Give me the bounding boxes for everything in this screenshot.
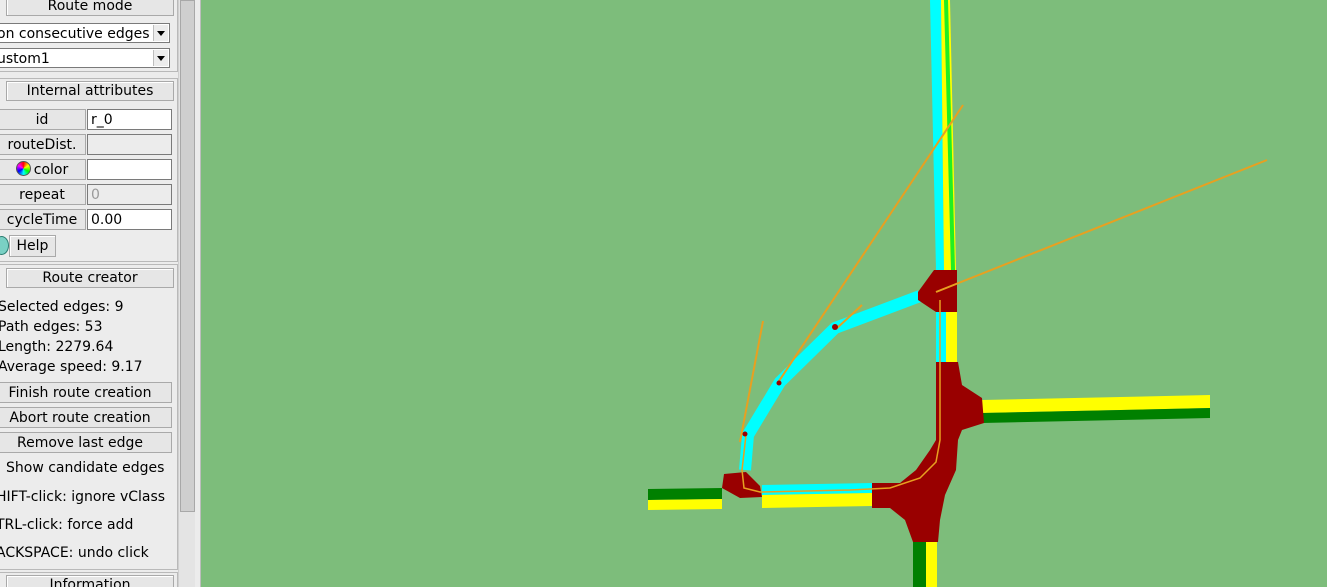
attr-label-repeat: repeat: [0, 184, 86, 205]
hint-backspace: ACKSPACE: undo click: [0, 545, 149, 561]
show-candidates-label: Show candidate edges: [6, 460, 165, 476]
chevron-down-icon[interactable]: [153, 25, 168, 41]
hint-shift: HIFT-click: ignore vClass: [0, 489, 166, 505]
internal-attributes-header[interactable]: Internal attributes: [6, 81, 174, 101]
chevron-down-icon[interactable]: [153, 50, 168, 66]
color-button[interactable]: color: [0, 159, 86, 180]
attr-label-routedist: routeDist.: [0, 134, 86, 155]
edge-west-yellow[interactable]: [648, 499, 722, 510]
help-button[interactable]: Help: [9, 235, 56, 257]
edge-vertical-selected[interactable]: [936, 312, 946, 362]
route-mode-select[interactable]: on consecutive edges: [0, 23, 170, 43]
scrollbar-thumb[interactable]: [180, 0, 195, 512]
selected-edges-text: Selected edges: 9: [0, 299, 124, 315]
color-wheel-icon: [15, 161, 31, 176]
color-field[interactable]: [87, 159, 172, 180]
color-button-label: color: [33, 162, 69, 178]
id-field[interactable]: r_0: [87, 109, 172, 130]
information-header[interactable]: Information: [6, 575, 174, 587]
route-mode-select-value: on consecutive edges: [0, 26, 150, 42]
finish-route-button[interactable]: Finish route creation: [0, 382, 172, 403]
abort-route-button[interactable]: Abort route creation: [0, 407, 172, 428]
side-panel: Route mode on consecutive edges ustom1 I…: [0, 0, 201, 587]
routedist-field: [87, 134, 172, 155]
route-lines: [739, 104, 1268, 493]
vtype-select[interactable]: ustom1: [0, 48, 170, 68]
edge-curve-selected[interactable]: [739, 290, 923, 471]
edge-south-yellow[interactable]: [926, 542, 937, 587]
path-edges-text: Path edges: 53: [0, 319, 103, 335]
edge-south-green[interactable]: [913, 542, 926, 587]
edge-west-green[interactable]: [648, 488, 722, 500]
cycletime-field[interactable]: 0.00: [87, 209, 172, 230]
marker-1: [832, 324, 838, 330]
marker-2: [776, 380, 782, 386]
panel-scrollbar[interactable]: [178, 0, 195, 587]
length-text: Length: 2279.64: [0, 339, 114, 355]
route-creator-header[interactable]: Route creator: [6, 268, 174, 288]
show-candidates-checkbox[interactable]: Show candidate edges: [0, 458, 164, 478]
repeat-field: 0: [87, 184, 172, 205]
junction-south[interactable]: [872, 440, 958, 542]
attr-label-cycletime: cycleTime: [0, 209, 86, 230]
marker-3: [742, 431, 748, 437]
edge-middle-yellow[interactable]: [762, 493, 872, 508]
network-view[interactable]: [200, 0, 1327, 587]
remove-last-edge-button[interactable]: Remove last edge: [0, 432, 172, 453]
junction-east[interactable]: [936, 362, 984, 440]
edge-vertical-yellow[interactable]: [946, 312, 957, 362]
route-mode-header[interactable]: Route mode: [6, 0, 174, 16]
route-line-2: [776, 104, 964, 385]
route-line-4: [935, 159, 1268, 293]
vtype-select-value: ustom1: [0, 51, 50, 67]
hint-ctrl: TRL-click: force add: [0, 517, 134, 533]
average-speed-text: Average speed: 9.17: [0, 359, 143, 375]
attr-label-id: id: [0, 109, 86, 130]
